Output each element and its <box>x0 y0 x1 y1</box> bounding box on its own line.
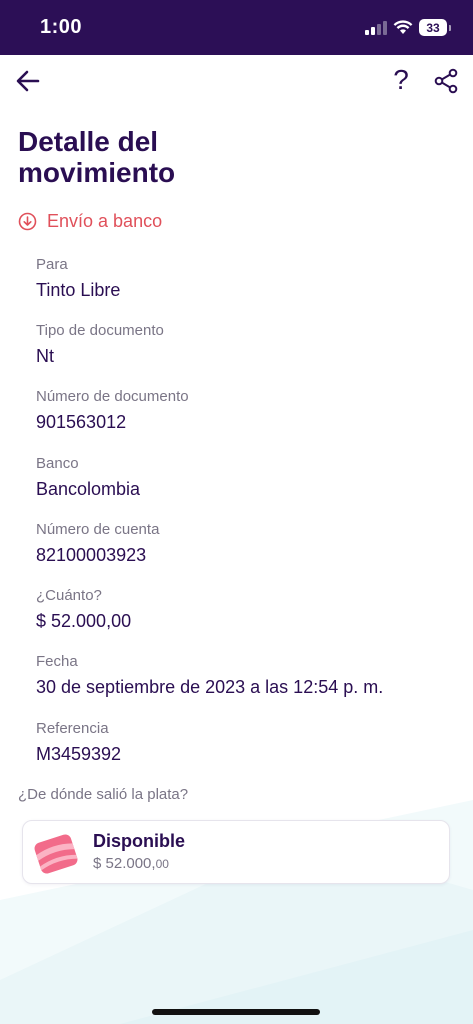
pocket-name: Disponible <box>93 831 186 851</box>
field-tipo-documento: Tipo de documento Nt <box>36 321 456 368</box>
field-value: M3459392 <box>36 744 122 764</box>
field-value: Bancolombia <box>36 479 141 499</box>
field-label: Banco <box>36 455 79 472</box>
field-numero-documento: Número de documento 901563012 <box>36 387 456 434</box>
field-value: $ 52.000,00 <box>36 611 132 631</box>
field-label: Número de documento <box>36 388 189 405</box>
pocket-amount: $ 52.000,00 <box>93 855 169 872</box>
field-label: ¿Cuánto? <box>36 587 102 604</box>
page-title: Detalle del movimiento <box>18 126 176 188</box>
source-pocket-card[interactable]: Disponible $ 52.000,00 <box>22 820 450 884</box>
share-icon[interactable] <box>432 67 460 95</box>
field-value: 30 de septiembre de 2023 a las 12:54 p. … <box>36 677 384 697</box>
field-cuanto: ¿Cuánto? $ 52.000,00 <box>36 586 456 633</box>
top-bar: ? <box>0 55 473 107</box>
battery-tip <box>449 24 451 31</box>
battery-icon: 33 <box>419 19 447 36</box>
field-label: Referencia <box>36 720 109 737</box>
pocket-icon <box>34 834 78 874</box>
help-icon[interactable]: ? <box>388 65 414 95</box>
field-fecha: Fecha 30 de septiembre de 2023 a las 12:… <box>36 652 456 699</box>
field-para: Para Tinto Libre <box>36 255 456 302</box>
pocket-amount-cents: 00 <box>155 857 169 871</box>
home-indicator <box>152 1009 320 1015</box>
pocket-amount-main: $ 52.000, <box>93 855 156 872</box>
status-time: 1:00 <box>40 16 83 38</box>
movement-type-label: Envío a banco <box>47 211 163 231</box>
status-icons: 33 <box>365 19 451 36</box>
signal-icon <box>365 20 387 35</box>
arrow-down-circle-icon <box>18 212 37 231</box>
field-value: 901563012 <box>36 412 127 432</box>
status-bar: 1:00 33 <box>0 0 473 55</box>
wifi-icon <box>393 20 413 34</box>
field-value: Nt <box>36 346 54 366</box>
field-label: Fecha <box>36 653 78 670</box>
field-value: Tinto Libre <box>36 280 121 300</box>
background-decoration <box>0 800 473 1024</box>
field-label: Tipo de documento <box>36 322 164 339</box>
movement-type: Envío a banco <box>18 211 162 232</box>
field-referencia: Referencia M3459392 <box>36 719 456 766</box>
field-banco: Banco Bancolombia <box>36 454 456 501</box>
field-label: Para <box>36 256 68 273</box>
back-arrow-icon[interactable] <box>14 67 42 95</box>
source-question: ¿De dónde salió la plata? <box>18 786 189 803</box>
field-value: 82100003923 <box>36 545 147 565</box>
field-label: Número de cuenta <box>36 521 160 538</box>
field-numero-cuenta: Número de cuenta 82100003923 <box>36 520 456 567</box>
